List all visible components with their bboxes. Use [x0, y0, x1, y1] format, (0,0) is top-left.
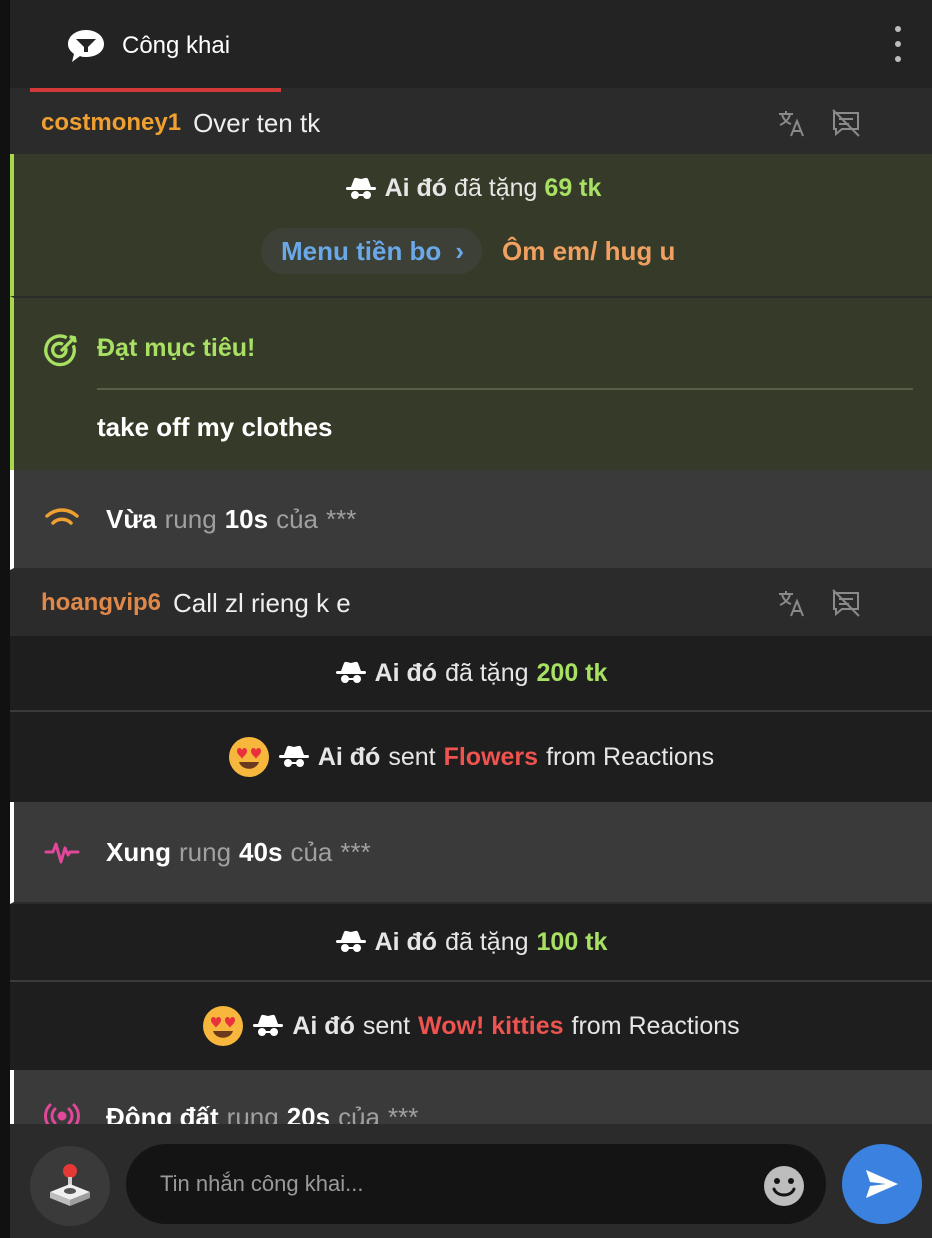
reaction-event: Ai đó sent Wow! kitties from Reactions — [10, 982, 932, 1070]
tab-public[interactable]: Công khai — [30, 0, 281, 92]
joystick-button[interactable] — [30, 1146, 110, 1226]
anonymous-spy-icon — [278, 745, 309, 767]
vibration-of: của — [338, 1102, 381, 1124]
wifi-wave-icon — [45, 508, 79, 525]
chat-header: Công khai — [10, 0, 932, 92]
reaction-event: Ai đó sent Flowers from Reactions — [10, 712, 932, 802]
chat-bubble-icon — [68, 30, 104, 62]
chat-username[interactable]: hoangvip6 — [41, 589, 161, 617]
target-icon — [44, 334, 77, 367]
tip-event: Ai đó đã tặng 69 tk Menu tiền bo › Ôm em… — [10, 154, 932, 296]
hide-message-icon[interactable] — [830, 107, 862, 139]
gift-amount: 100 tk — [536, 927, 608, 956]
gift-verb: đã tặng — [445, 927, 529, 956]
goal-reached-event: Đạt mục tiêu! take off my clothes — [10, 296, 932, 470]
gift-verb: đã tặng — [445, 658, 529, 687]
vibration-duration: 10s — [224, 503, 269, 534]
heart-eyes-emoji-icon — [228, 737, 269, 777]
reaction-source: from Reactions — [546, 742, 715, 771]
more-options-icon[interactable] — [890, 26, 906, 62]
message-composer — [10, 1124, 932, 1238]
vibration-event: Động đất rung 20s của *** — [10, 1070, 932, 1124]
anonymous-spy-icon — [335, 661, 366, 683]
chat-message: hoangvip6 Call zl rieng k e — [10, 570, 932, 636]
vibration-verb: rung — [226, 1102, 279, 1124]
tip-menu-item: Ôm em/ hug u — [502, 235, 676, 266]
gift-amount: 200 tk — [536, 658, 608, 687]
chat-feed[interactable]: costmoney1 Over ten tk Ai đó đã tặng 69 … — [10, 92, 932, 1124]
gift-verb: đã tặng — [454, 174, 538, 202]
vibration-level: Động đất — [106, 1102, 219, 1124]
chat-username[interactable]: costmoney1 — [41, 109, 181, 137]
gift-sender: Ai đó — [374, 658, 438, 687]
vibration-verb: rung — [179, 836, 232, 867]
vibration-duration: 20s — [286, 1102, 331, 1124]
chat-panel: Công khai costmoney1 Over ten tk Ai đó đ… — [10, 0, 932, 1238]
goal-title: Đạt mục tiêu! — [97, 334, 256, 362]
reaction-verb: sent — [388, 742, 436, 771]
anonymous-spy-icon — [335, 930, 366, 952]
anonymous-spy-icon — [345, 178, 376, 200]
gift-sender: Ai đó — [384, 174, 448, 202]
goal-text: take off my clothes — [97, 412, 333, 442]
emoji-picker-icon[interactable] — [762, 1164, 806, 1208]
heart-eyes-emoji-icon — [203, 1006, 244, 1046]
pulse-icon — [44, 842, 80, 864]
vibration-level: Vừa — [106, 503, 157, 534]
reaction-verb: sent — [362, 1011, 411, 1040]
tip-menu-label: Menu tiền bo — [281, 235, 442, 266]
translate-icon[interactable] — [776, 107, 808, 139]
divider — [97, 388, 913, 390]
vibration-user: *** — [340, 836, 371, 867]
gift-sender: Ai đó — [374, 927, 438, 956]
vibration-duration: 40s — [239, 836, 283, 867]
reaction-sender: Ai đó — [292, 1011, 355, 1040]
reaction-item: Wow! kitties — [418, 1011, 564, 1040]
send-button[interactable] — [842, 1144, 922, 1224]
joystick-icon — [50, 1164, 90, 1206]
reaction-sender: Ai đó — [317, 742, 381, 771]
gift-event: Ai đó đã tặng 200 tk — [10, 636, 932, 712]
chat-text: Call zl rieng k e — [173, 587, 351, 618]
chat-text: Over ten tk — [193, 107, 321, 138]
vibration-level: Xung — [106, 836, 171, 867]
vibration-user: *** — [388, 1102, 419, 1124]
gift-amount: 69 tk — [544, 174, 602, 202]
reaction-source: from Reactions — [571, 1011, 740, 1040]
vibration-event: Xung rung 40s của *** — [10, 802, 932, 904]
message-input[interactable] — [126, 1144, 826, 1224]
tip-menu-button[interactable]: Menu tiền bo › — [261, 228, 482, 274]
chat-message: costmoney1 Over ten tk — [10, 92, 932, 154]
vibration-of: của — [276, 503, 318, 534]
gift-event: Ai đó đã tặng 100 tk — [10, 904, 932, 982]
hide-message-icon[interactable] — [830, 587, 862, 619]
send-icon — [866, 1170, 898, 1198]
vibration-user: *** — [326, 503, 357, 534]
chevron-right-icon: › — [455, 235, 464, 266]
vibration-verb: rung — [164, 503, 217, 534]
reaction-item: Flowers — [443, 742, 539, 771]
tab-label: Công khai — [122, 32, 231, 59]
broadcast-icon — [44, 1103, 80, 1124]
vibration-of: của — [290, 836, 333, 867]
anonymous-spy-icon — [253, 1014, 284, 1036]
translate-icon[interactable] — [776, 587, 808, 619]
vibration-event: Vừa rung 10s của *** — [10, 470, 932, 570]
